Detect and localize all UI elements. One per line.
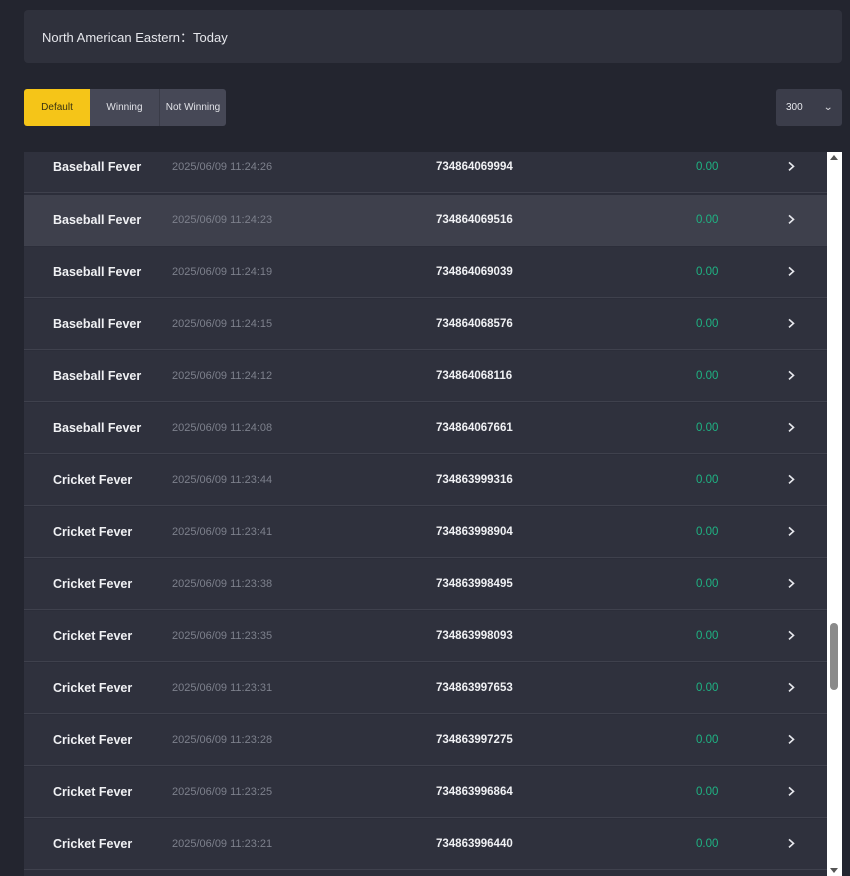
table-row[interactable]: Baseball Fever 2025/06/09 11:24:23 73486… bbox=[24, 195, 827, 246]
chevron-right-icon[interactable] bbox=[785, 733, 797, 745]
ticket-number: 734864069039 bbox=[436, 266, 513, 278]
chevron-right-icon[interactable] bbox=[785, 473, 797, 485]
ticket-number: 734864068116 bbox=[436, 370, 513, 382]
page-size-value: 300 bbox=[786, 102, 803, 113]
win-amount: 0.00 bbox=[696, 370, 719, 382]
game-name: Cricket Fever bbox=[53, 629, 133, 643]
filter-winning-button[interactable]: Winning bbox=[90, 89, 159, 126]
ticket-number: 734864069994 bbox=[436, 161, 513, 173]
chevron-right-icon[interactable] bbox=[785, 213, 797, 225]
bet-time: 2025/06/09 11:23:35 bbox=[172, 630, 273, 642]
bet-time: 2025/06/09 11:23:31 bbox=[172, 682, 273, 694]
win-amount: 0.00 bbox=[696, 318, 719, 330]
table-row[interactable]: Baseball Fever 2025/06/09 11:24:08 73486… bbox=[24, 403, 827, 454]
filter-not-winning-button[interactable]: Not Winning bbox=[159, 89, 226, 126]
table-row[interactable]: Cricket Fever 2025/06/09 11:23:25 734863… bbox=[24, 767, 827, 818]
game-name: Cricket Fever bbox=[53, 733, 133, 747]
scroll-up-arrow-icon[interactable] bbox=[830, 155, 838, 160]
scroll-thumb[interactable] bbox=[830, 623, 838, 690]
table-row[interactable]: Cricket Fever 2025/06/09 11:23:35 734863… bbox=[24, 611, 827, 662]
bet-time: 2025/06/09 11:24:26 bbox=[172, 161, 273, 173]
win-amount: 0.00 bbox=[696, 422, 719, 434]
ticket-number: 734863999316 bbox=[436, 474, 513, 486]
chevron-right-icon[interactable] bbox=[785, 160, 797, 172]
game-name: Cricket Fever bbox=[53, 837, 133, 851]
ticket-number: 734863998495 bbox=[436, 578, 513, 590]
chevron-right-icon[interactable] bbox=[785, 681, 797, 693]
game-name: Baseball Fever bbox=[53, 265, 142, 279]
game-name: Cricket Fever bbox=[53, 785, 133, 799]
bet-time: 2025/06/09 11:23:44 bbox=[172, 474, 273, 486]
game-name: Baseball Fever bbox=[53, 160, 142, 174]
bet-time: 2025/06/09 11:24:19 bbox=[172, 266, 273, 278]
win-amount: 0.00 bbox=[696, 630, 719, 642]
bet-time: 2025/06/09 11:23:21 bbox=[172, 838, 273, 850]
game-name: Cricket Fever bbox=[53, 525, 133, 539]
table-row[interactable]: Baseball Fever 2025/06/09 11:24:15 73486… bbox=[24, 299, 827, 350]
win-amount: 0.00 bbox=[696, 266, 719, 278]
table-row[interactable]: Baseball Fever 2025/06/09 11:24:12 73486… bbox=[24, 351, 827, 402]
win-amount: 0.00 bbox=[696, 838, 719, 850]
table-row[interactable]: Cricket Fever 2025/06/09 11:23:44 734863… bbox=[24, 455, 827, 506]
bet-record-list: Baseball Fever 2025/06/09 11:24:26 73486… bbox=[24, 152, 827, 876]
chevron-right-icon[interactable] bbox=[785, 629, 797, 641]
chevron-right-icon[interactable] bbox=[785, 577, 797, 589]
bet-time: 2025/06/09 11:23:38 bbox=[172, 578, 273, 590]
bet-time: 2025/06/09 11:24:08 bbox=[172, 422, 273, 434]
table-row[interactable]: Cricket Fever 2025/06/09 11:23:28 734863… bbox=[24, 715, 827, 766]
ticket-number: 734863998093 bbox=[436, 630, 513, 642]
win-amount: 0.00 bbox=[696, 578, 719, 590]
scroll-down-arrow-icon[interactable] bbox=[830, 868, 838, 873]
game-name: Baseball Fever bbox=[53, 421, 142, 435]
bet-time: 2025/06/09 11:24:15 bbox=[172, 318, 273, 330]
ticket-number: 734864068576 bbox=[436, 318, 513, 330]
table-row[interactable]: Cricket Fever 2025/06/09 11:23:31 734863… bbox=[24, 663, 827, 714]
bet-time: 2025/06/09 11:23:41 bbox=[172, 526, 273, 538]
win-amount: 0.00 bbox=[696, 526, 719, 538]
game-name: Baseball Fever bbox=[53, 213, 142, 227]
game-name: Cricket Fever bbox=[53, 577, 133, 591]
chevron-right-icon[interactable] bbox=[785, 317, 797, 329]
win-amount: 0.00 bbox=[696, 161, 719, 173]
win-amount: 0.00 bbox=[696, 682, 719, 694]
bet-time: 2025/06/09 11:24:23 bbox=[172, 214, 273, 226]
chevron-right-icon[interactable] bbox=[785, 265, 797, 277]
win-amount: 0.00 bbox=[696, 734, 719, 746]
game-name: Baseball Fever bbox=[53, 317, 142, 331]
chevron-right-icon[interactable] bbox=[785, 421, 797, 433]
game-name: Cricket Fever bbox=[53, 473, 133, 487]
chevron-right-icon[interactable] bbox=[785, 785, 797, 797]
table-row[interactable]: Cricket Fever 2025/06/09 11:23:38 734863… bbox=[24, 559, 827, 610]
win-amount: 0.00 bbox=[696, 786, 719, 798]
win-amount: 0.00 bbox=[696, 214, 719, 226]
win-amount: 0.00 bbox=[696, 474, 719, 486]
timezone-header: North American Eastern：Today bbox=[24, 10, 842, 63]
ticket-number: 734863997653 bbox=[436, 682, 513, 694]
timezone-label: North American Eastern：Today bbox=[42, 30, 228, 45]
ticket-number: 734863997275 bbox=[436, 734, 513, 746]
page-size-select[interactable]: 300 ⌄ bbox=[776, 89, 842, 126]
chevron-right-icon[interactable] bbox=[785, 837, 797, 849]
chevron-down-icon: ⌄ bbox=[822, 102, 833, 113]
filter-default-button[interactable]: Default bbox=[24, 89, 90, 126]
bet-history-page: North American Eastern：Today Default Win… bbox=[0, 0, 850, 876]
game-name: Cricket Fever bbox=[53, 681, 133, 695]
ticket-number: 734864067661 bbox=[436, 422, 513, 434]
game-name: Baseball Fever bbox=[53, 369, 142, 383]
table-row[interactable]: Baseball Fever 2025/06/09 11:24:19 73486… bbox=[24, 247, 827, 298]
ticket-number: 734863996864 bbox=[436, 786, 513, 798]
chevron-right-icon[interactable] bbox=[785, 369, 797, 381]
ticket-number: 734863996440 bbox=[436, 838, 513, 850]
result-filter-group: Default Winning Not Winning bbox=[24, 89, 226, 126]
table-row[interactable]: Baseball Fever 2025/06/09 11:24:26 73486… bbox=[24, 152, 827, 193]
table-row[interactable]: Cricket Fever 2025/06/09 11:23:21 734863… bbox=[24, 819, 827, 870]
table-row[interactable]: Cricket Fever 2025/06/09 11:23:41 734863… bbox=[24, 507, 827, 558]
chevron-right-icon[interactable] bbox=[785, 525, 797, 537]
ticket-number: 734863998904 bbox=[436, 526, 513, 538]
ticket-number: 734864069516 bbox=[436, 214, 513, 226]
list-scrollbar[interactable] bbox=[827, 152, 842, 876]
bet-time: 2025/06/09 11:23:25 bbox=[172, 786, 273, 798]
bet-time: 2025/06/09 11:23:28 bbox=[172, 734, 273, 746]
bet-time: 2025/06/09 11:24:12 bbox=[172, 370, 273, 382]
